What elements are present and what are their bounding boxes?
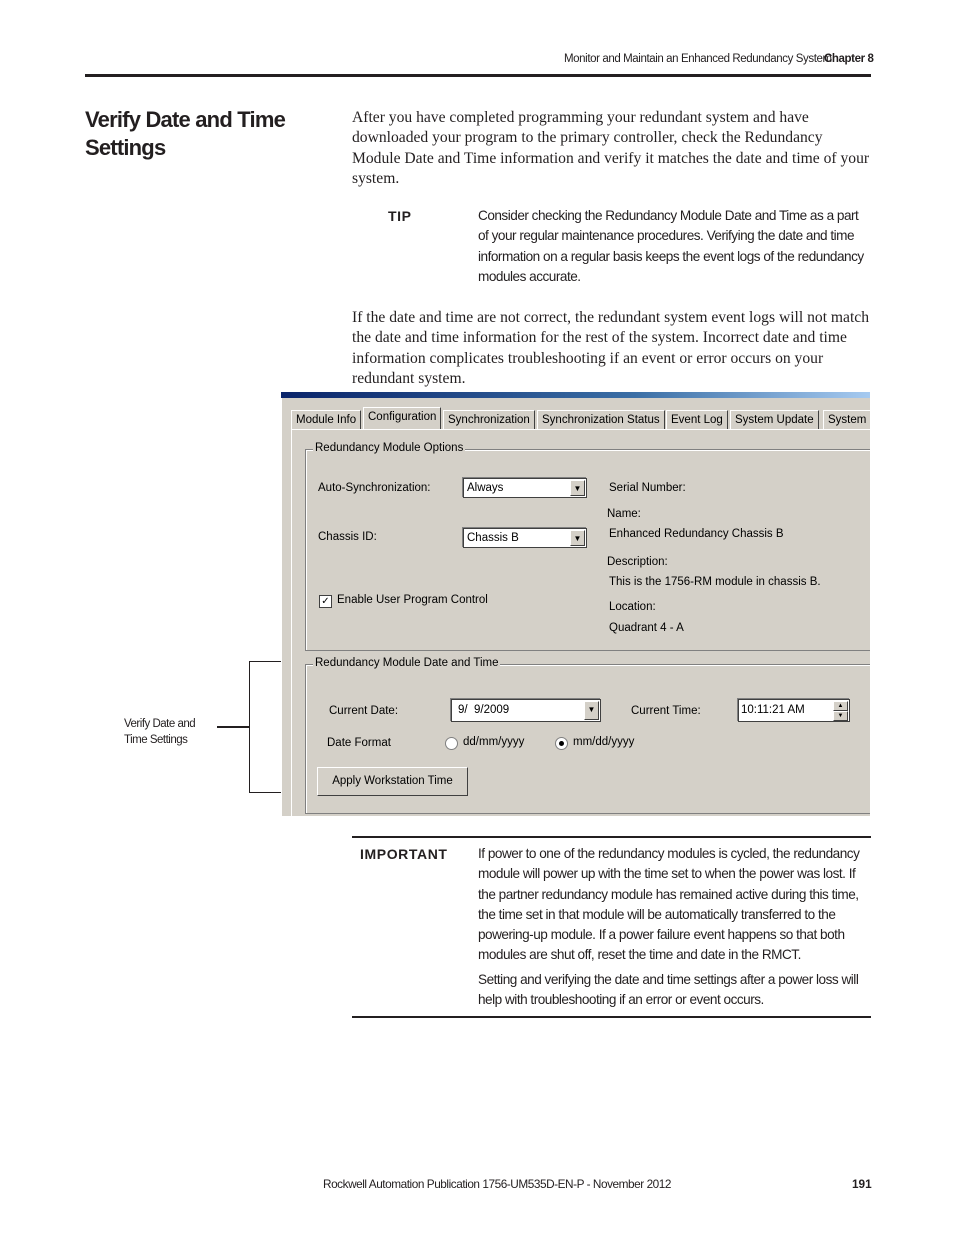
current-date-picker[interactable]: 9/ 9/2009 ▼ xyxy=(451,699,601,722)
date-format-label: Date Format xyxy=(327,737,391,749)
rmct-dialog-screenshot: Module Info Configuration Synchronizatio… xyxy=(281,392,870,816)
radio-dd-mm-yyyy-label: dd/mm/yyyy xyxy=(463,736,525,748)
tab-system[interactable]: System xyxy=(823,410,870,429)
tip-text: Consider checking the Redundancy Module … xyxy=(478,208,864,284)
radio-dd-mm-yyyy[interactable] xyxy=(445,737,458,750)
important-bottom-rule xyxy=(352,1016,871,1018)
current-time-spinner[interactable]: 10:11:21 AM ▲ ▼ xyxy=(738,699,850,722)
name-value: Enhanced Redundancy Chassis B xyxy=(609,528,784,540)
important-text: Setting and verifying the date and time … xyxy=(478,972,859,1008)
location-label: Location: xyxy=(609,601,656,613)
tab-module-info[interactable]: Module Info xyxy=(291,410,362,429)
auto-sync-value: Always xyxy=(467,482,504,494)
tab-configuration[interactable]: Configuration xyxy=(363,407,442,429)
spin-down-icon[interactable]: ▼ xyxy=(833,711,848,721)
radio-mm-dd-yyyy-label: mm/dd/yyyy xyxy=(573,736,635,748)
tab-system-update[interactable]: System Update xyxy=(730,410,819,429)
chevron-down-icon[interactable]: ▼ xyxy=(570,480,585,496)
title-bar xyxy=(281,392,870,398)
tab-event-log[interactable]: Event Log xyxy=(666,410,728,429)
tab-synchronization-status[interactable]: Synchronization Status xyxy=(537,410,665,429)
tip-label: TIP xyxy=(388,208,412,224)
chassis-id-select[interactable]: Chassis B ▼ xyxy=(463,528,587,548)
current-date-value: 9/ 9/2009 xyxy=(458,704,510,716)
paragraph: After you have completed programming you… xyxy=(352,109,870,188)
options-group-label: Redundancy Module Options xyxy=(313,442,466,454)
chevron-down-icon[interactable]: ▼ xyxy=(570,530,585,546)
enable-upc-checkbox[interactable]: ✓ xyxy=(319,595,332,608)
description-value: This is the 1756-RM module in chassis B. xyxy=(609,576,821,588)
chapter-label: Chapter 8 xyxy=(824,53,874,65)
footer-publication: Rockwell Automation Publication 1756-UM5… xyxy=(323,1177,672,1191)
chassis-id-label: Chassis ID: xyxy=(318,531,377,543)
section-title: Verify Date and Time Settings xyxy=(85,107,286,160)
chevron-down-icon[interactable]: ▼ xyxy=(584,701,599,720)
callout-label: Verify Date and Time Settings xyxy=(124,718,196,746)
important-text: If power to one of the redundancy module… xyxy=(478,846,860,963)
name-label: Name: xyxy=(607,508,641,520)
auto-sync-select[interactable]: Always ▼ xyxy=(463,478,587,498)
chassis-id-value: Chassis B xyxy=(467,532,519,544)
running-header: Monitor and Maintain an Enhanced Redunda… xyxy=(564,53,832,65)
current-time-label: Current Time: xyxy=(631,705,701,717)
serial-label: Serial Number: xyxy=(609,482,686,494)
header-rule xyxy=(85,74,871,77)
auto-sync-label: Auto-Synchronization: xyxy=(318,482,431,494)
current-date-label: Current Date: xyxy=(329,705,399,717)
paragraph: If the date and time are not correct, th… xyxy=(352,309,870,388)
location-value: Quadrant 4 - A xyxy=(609,622,684,634)
tab-synchronization[interactable]: Synchronization xyxy=(443,410,535,429)
apply-workstation-time-button[interactable]: Apply Workstation Time xyxy=(317,767,468,796)
current-time-value: 10:11:21 AM xyxy=(741,704,805,716)
important-top-rule xyxy=(352,836,871,838)
document-page: Monitor and Maintain an Enhanced Redunda… xyxy=(0,0,954,1235)
page-number: 191 xyxy=(852,1177,872,1191)
options-group xyxy=(305,449,870,651)
important-label: IMPORTANT xyxy=(360,846,448,862)
enable-upc-label: Enable User Program Control xyxy=(337,594,488,606)
date-time-group-label: Redundancy Module Date and Time xyxy=(313,657,501,669)
description-label: Description: xyxy=(607,556,668,568)
callout-line xyxy=(217,726,250,728)
spin-up-icon[interactable]: ▲ xyxy=(833,701,848,711)
radio-mm-dd-yyyy[interactable] xyxy=(555,737,568,750)
